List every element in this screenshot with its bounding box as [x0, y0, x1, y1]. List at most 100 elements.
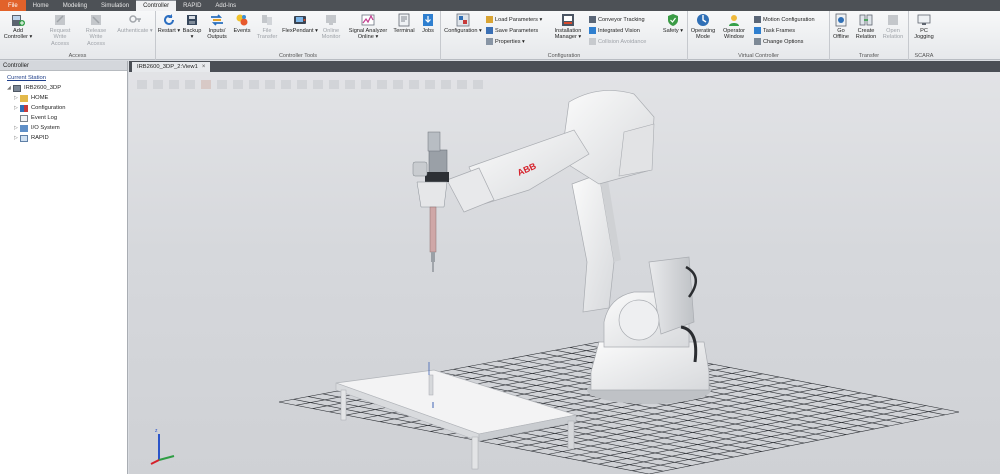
tab-file[interactable]: File: [0, 0, 26, 11]
view-tool-icon[interactable]: [409, 80, 419, 89]
expand-arrow-icon[interactable]: ▷: [14, 125, 19, 131]
ribbon-tabbar: File Home Modeling Simulation Controller…: [0, 0, 1000, 11]
view-tool-icon[interactable]: [153, 80, 163, 89]
robot-upper-arm[interactable]: ABB: [446, 90, 655, 213]
tab-rapid[interactable]: RAPID: [176, 0, 208, 11]
add-controller-icon: [11, 13, 25, 27]
view-tool-icon[interactable]: [313, 80, 323, 89]
go-offline-icon: [834, 13, 848, 27]
restart-button[interactable]: Restart ▾: [157, 13, 181, 34]
integrated-vision-button[interactable]: Integrated Vision: [589, 27, 640, 34]
backup-button[interactable]: Backup ▾: [181, 13, 203, 41]
close-icon[interactable]: ×: [202, 64, 206, 70]
task-frames-button[interactable]: Task Frames: [754, 27, 795, 34]
properties-icon: [486, 38, 493, 45]
robot-lower-arm[interactable]: [571, 173, 621, 313]
view-tool-icon[interactable]: [185, 80, 195, 89]
signal-analyzer-button[interactable]: Signal Analyzer Online ▾: [343, 13, 393, 41]
view-tool-icon[interactable]: [281, 80, 291, 89]
view-tool-icon[interactable]: [169, 80, 179, 89]
view-tool-icon[interactable]: [393, 80, 403, 89]
tree-item-home[interactable]: ▷ HOME: [7, 93, 127, 103]
tab-simulation[interactable]: Simulation: [94, 0, 136, 11]
tab-modeling[interactable]: Modeling: [56, 0, 94, 11]
view-tool-icon[interactable]: [377, 80, 387, 89]
configuration-button[interactable]: Configuration ▾: [442, 13, 484, 34]
current-station-link[interactable]: Current Station: [7, 73, 127, 83]
save-parameters-button[interactable]: Save Parameters: [486, 27, 538, 34]
expand-arrow-icon[interactable]: ▷: [14, 135, 19, 141]
motion-configuration-button[interactable]: Motion Configuration: [754, 16, 815, 23]
open-relation-button[interactable]: Open Relation: [880, 13, 906, 41]
view-tool-icon[interactable]: [297, 80, 307, 89]
add-controller-button[interactable]: Add Controller ▾: [3, 13, 33, 41]
inputs-outputs-button[interactable]: Inputs/ Outputs: [204, 13, 230, 41]
document-tab-view1[interactable]: IRB2600_3DP_2:View1 ×: [132, 62, 211, 72]
svg-text:z: z: [155, 428, 158, 434]
create-relation-button[interactable]: Create Relation: [853, 13, 879, 41]
flexpendant-button[interactable]: FlexPendant ▾: [280, 13, 320, 34]
tab-add-ins[interactable]: Add-Ins: [208, 0, 243, 11]
tab-controller[interactable]: Controller: [136, 0, 177, 11]
view-tool-icon[interactable]: [473, 80, 483, 89]
change-options-button[interactable]: Change Options: [754, 38, 803, 45]
safety-icon: [666, 13, 680, 27]
expand-arrow-icon[interactable]: ▷: [14, 105, 19, 111]
collision-icon: [589, 38, 596, 45]
tree-item-event-log[interactable]: Event Log: [7, 113, 127, 123]
view-tool-icon[interactable]: [265, 80, 275, 89]
options-icon: [754, 38, 761, 45]
collision-avoidance-button[interactable]: Collision Avoidance: [589, 38, 646, 45]
grid-line: [615, 405, 927, 468]
controller-tree: Current Station ◢ IRB2600_3DP ▷ HOME ▷ C…: [0, 71, 127, 143]
pc-jogging-button[interactable]: PC Jogging: [911, 13, 937, 41]
properties-button[interactable]: Properties ▾: [486, 38, 525, 45]
load-parameters-button[interactable]: Load Parameters ▾: [486, 16, 542, 23]
release-write-access-button[interactable]: Release Write Access: [80, 13, 112, 47]
jobs-button[interactable]: Jobs: [417, 13, 439, 34]
view-tool-icon[interactable]: [329, 80, 339, 89]
collapse-arrow-icon[interactable]: ◢: [7, 85, 12, 91]
motion-config-icon: [754, 16, 761, 23]
operator-window-button[interactable]: Operator Window: [718, 13, 750, 41]
group-controller-tools: Restart ▾ Backup ▾ Inputs/ Outputs Event…: [156, 11, 441, 60]
viewport-toolbar[interactable]: [137, 80, 483, 89]
view-tool-icon[interactable]: [345, 80, 355, 89]
view-tool-icon[interactable]: [201, 80, 211, 89]
request-write-access-button[interactable]: Request Write Access: [44, 13, 76, 47]
tree-item-io-system[interactable]: ▷ I/O System: [7, 123, 127, 133]
3d-viewport[interactable]: ABB z: [129, 72, 1000, 474]
print-head-tool[interactable]: [412, 131, 449, 272]
operator-window-icon: [727, 13, 741, 27]
terminal-button[interactable]: Terminal: [392, 13, 416, 34]
open-relation-icon: [886, 13, 900, 27]
restart-icon: [162, 13, 176, 27]
online-monitor-button[interactable]: Online Monitor: [320, 13, 342, 41]
grid-line: [648, 411, 960, 474]
view-tool-icon[interactable]: [457, 80, 467, 89]
view-tool-icon[interactable]: [425, 80, 435, 89]
tree-item-rapid[interactable]: ▷ RAPID: [7, 133, 127, 143]
file-transfer-button[interactable]: File Transfer: [255, 13, 279, 41]
station-scene[interactable]: ABB z: [129, 72, 1000, 474]
operating-mode-button[interactable]: Operating Mode: [688, 13, 718, 41]
tree-item-controller[interactable]: ◢ IRB2600_3DP: [7, 83, 127, 93]
authenticate-button[interactable]: Authenticate ▾: [116, 13, 154, 34]
conveyor-tracking-button[interactable]: Conveyor Tracking: [589, 16, 645, 23]
view-tool-icon[interactable]: [217, 80, 227, 89]
view-tool-icon[interactable]: [233, 80, 243, 89]
go-offline-button[interactable]: Go Offline: [830, 13, 852, 41]
installation-manager-button[interactable]: Installation Manager ▾: [549, 13, 587, 41]
safety-button[interactable]: Safety ▾: [659, 13, 687, 34]
events-button[interactable]: Events: [231, 13, 253, 34]
key-icon: [128, 13, 142, 27]
tree-item-configuration[interactable]: ▷ Configuration: [7, 103, 127, 113]
view-tool-icon[interactable]: [249, 80, 259, 89]
controller-panel: Controller Current Station ◢ IRB2600_3DP…: [0, 61, 128, 474]
expand-arrow-icon[interactable]: ▷: [14, 95, 19, 101]
view-tool-icon[interactable]: [137, 80, 147, 89]
io-icon: [210, 13, 224, 27]
tab-home[interactable]: Home: [26, 0, 56, 11]
view-tool-icon[interactable]: [441, 80, 451, 89]
view-tool-icon[interactable]: [361, 80, 371, 89]
